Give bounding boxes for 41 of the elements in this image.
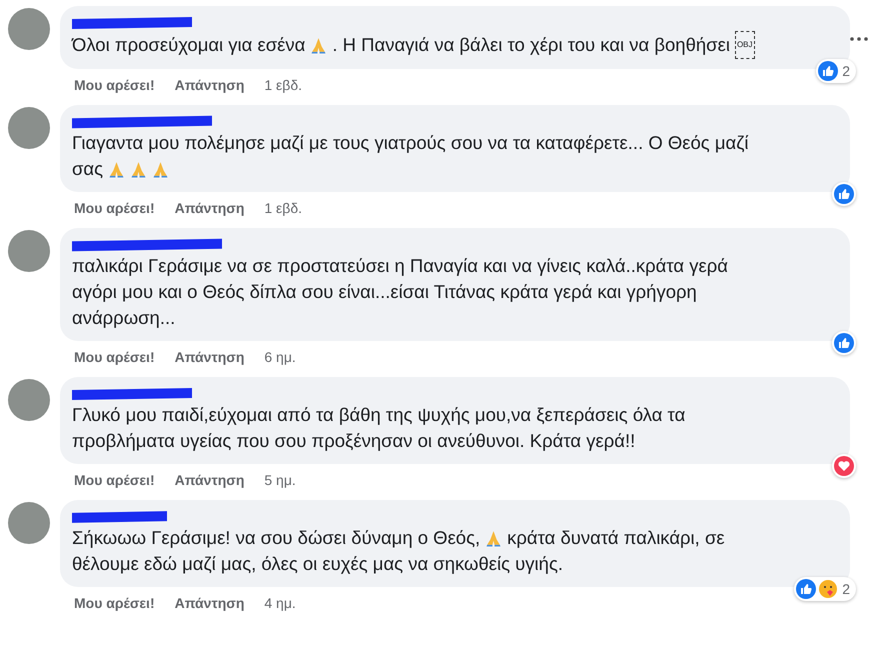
comment-time: 4 ημ.	[264, 595, 296, 611]
comment-text: ανάρρωση...	[72, 306, 176, 330]
like-link[interactable]: Μου αρέσει!	[74, 200, 155, 216]
reaction-badge[interactable]: 2	[816, 59, 856, 83]
comment-text: σας	[72, 157, 104, 181]
praying-hands-icon	[152, 160, 170, 178]
comment-text: Όλοι προσεύχομαι για εσένα	[72, 33, 306, 57]
reply-link[interactable]: Απάντηση	[174, 200, 244, 216]
comment-text: Γλυκό μου παιδί,εύχομαι από τα βάθη της ψυχής μου,να ξεπεράσεις όλα τα	[72, 403, 686, 427]
comment-time: 1 εβδ.	[264, 200, 302, 216]
comment-text: θέλουμε εδώ μαζί μας, όλες οι ευχές μας να σηκωθείς υγιής.	[72, 552, 563, 576]
like-link[interactable]: Μου αρέσει!	[74, 349, 155, 365]
comment-time: 6 ημ.	[264, 349, 296, 365]
object-placeholder-glyph: OBJ	[734, 31, 754, 59]
avatar-photo-placeholder[interactable]	[8, 379, 50, 421]
comment-text: . Η Παναγιά να βάλει το χέρι του και να βοηθήσει	[332, 33, 730, 57]
like-link[interactable]: Μου αρέσει!	[74, 595, 155, 611]
avatar-photo-placeholder[interactable]	[8, 8, 50, 50]
like-link[interactable]: Μου αρέσει!	[74, 472, 155, 488]
comment-time: 5 ημ.	[264, 472, 296, 488]
reply-link[interactable]: Απάντηση	[174, 349, 244, 365]
avatar-photo-placeholder[interactable]	[8, 107, 50, 149]
praying-hands-icon	[310, 36, 328, 54]
praying-hands-icon	[108, 160, 126, 178]
comment-text: προβλήματα υγείας που σου προξένησαν οι ανεύθυνοι. Κράτα γερά!!	[72, 429, 636, 453]
praying-hands-icon	[130, 160, 148, 178]
reply-link[interactable]: Απάντηση	[174, 595, 244, 611]
comment-time: 1 εβδ.	[264, 77, 302, 93]
comment-text: Σήκωωω Γεράσιμε! να σου δώσει δύναμη ο Θεός,	[72, 526, 480, 550]
like-link[interactable]: Μου αρέσει!	[74, 77, 155, 93]
more-options-icon[interactable]	[850, 37, 868, 41]
reply-link[interactable]: Απάντηση	[174, 77, 244, 93]
praying-hands-icon	[485, 530, 502, 546]
comment-text: Γιαγαντα μου πολέμησε μαζί με τους γιατρούς σου να τα καταφέρετε... Ο Θεός μαζί	[72, 131, 748, 155]
avatar-photo-placeholder[interactable]	[8, 502, 50, 544]
avatar-photo-placeholder[interactable]	[8, 230, 50, 272]
comment-text: κράτα δυνατά παλικάρι, σε	[507, 526, 725, 550]
comment-text: αγόρι μου και ο Θεός δίπλα σου είναι...είσαι Τιτάνας κράτα γερά και γρήγορη	[72, 280, 697, 304]
reply-link[interactable]: Απάντηση	[174, 472, 244, 488]
comment-text: παλικάρι Γεράσιμε να σε προστατεύσει η Παναγία και να γίνεις καλά..κράτα γερά	[72, 254, 728, 278]
reaction-badge[interactable]: 2	[794, 577, 856, 601]
